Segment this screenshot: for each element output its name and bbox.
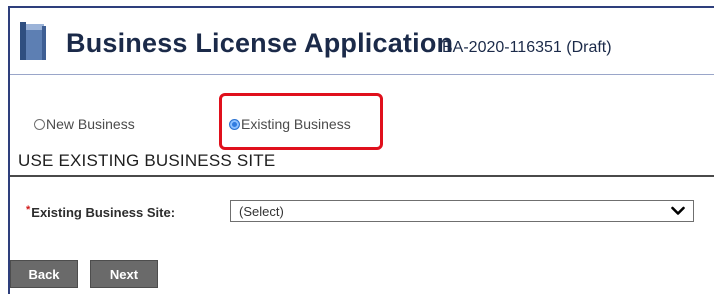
- required-marker: *: [26, 204, 31, 216]
- existing-business-site-select[interactable]: (Select): [230, 200, 694, 222]
- chevron-down-icon[interactable]: [671, 204, 685, 218]
- next-button[interactable]: Next: [90, 260, 158, 288]
- frame-left-border: [8, 6, 10, 294]
- existing-business-site-label-text: Existing Business Site:: [31, 205, 176, 220]
- radio-new-business-label: New Business: [46, 116, 135, 132]
- header-divider: [10, 74, 714, 75]
- back-button[interactable]: Back: [10, 260, 78, 288]
- binder-icon: [20, 22, 46, 60]
- existing-business-site-label: *Existing Business Site:: [26, 204, 176, 220]
- select-value: (Select): [239, 204, 284, 219]
- radio-new-business-circle[interactable]: [34, 118, 45, 130]
- frame-top-border: [8, 6, 714, 8]
- highlight-box: [219, 93, 383, 150]
- section-title: USE EXISTING BUSINESS SITE: [18, 151, 276, 170]
- radio-new-business[interactable]: New Business: [34, 116, 135, 132]
- page-header: Business License Application BA-2020-116…: [18, 14, 708, 74]
- page-title: Business License Application: [66, 28, 454, 58]
- application-id: BA-2020-116351 (Draft): [442, 39, 612, 56]
- section-divider: [10, 175, 714, 177]
